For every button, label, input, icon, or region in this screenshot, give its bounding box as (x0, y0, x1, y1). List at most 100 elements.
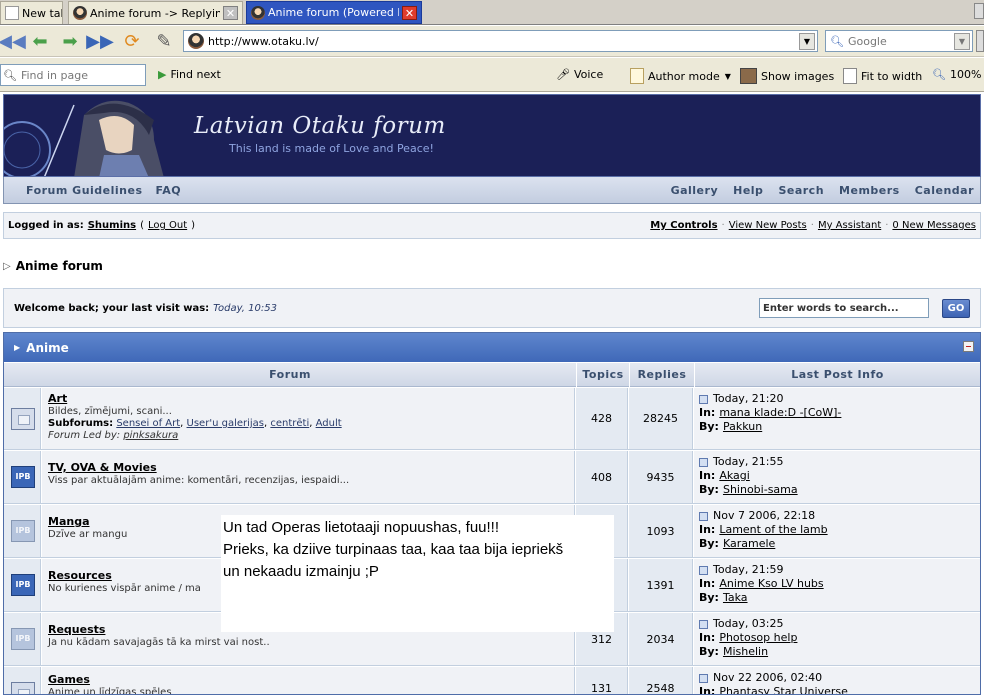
last-topic-link[interactable]: mana klade:D -[CoW]- (719, 406, 841, 420)
fit-to-width-button[interactable]: Fit to width (843, 68, 922, 84)
tab-replying[interactable]: Anime forum -> Replying... ✕ (68, 1, 243, 24)
chevron-down-icon[interactable]: ▼ (954, 33, 970, 50)
breadcrumb-item[interactable]: Anime forum (16, 259, 103, 273)
menu-search[interactable]: Search (778, 184, 824, 197)
username-link[interactable]: Shumins (88, 220, 136, 231)
forward-icon[interactable]: ➡ (58, 29, 82, 53)
view-new-posts-link[interactable]: View New Posts (729, 220, 807, 231)
banner-tagline: This land is made of Love and Peace! (229, 142, 434, 155)
chevron-down-icon[interactable]: ▼ (799, 33, 815, 50)
last-post-info: Today, 21:55 In: Akagi By: Shinobi-sama (694, 451, 980, 503)
forum-title-link[interactable]: Games (48, 673, 568, 686)
search-engine-box[interactable]: 🔍︎ Google ▼ (825, 30, 973, 52)
column-topics: Topics (576, 363, 629, 387)
last-post-info: Today, 21:59 In: Anime Kso LV hubs By: Tak… (694, 559, 980, 611)
last-topic-link[interactable]: Photosop help (719, 631, 797, 645)
moderator-link[interactable]: pinksakura (123, 430, 178, 441)
triangle-right-icon: ▶ (14, 343, 21, 352)
subforum-link[interactable]: User'u galerijas (187, 418, 264, 429)
last-poster-link[interactable]: Shinobi-sama (723, 483, 798, 497)
close-icon[interactable]: ✕ (223, 6, 238, 20)
logged-in-label: Logged in as: (8, 220, 84, 231)
show-images-button[interactable]: Show images (740, 68, 834, 84)
replies-count: 1391 (629, 559, 693, 611)
forum-status-icon (11, 408, 35, 430)
reload-icon[interactable]: ⟳ (120, 29, 144, 53)
new-messages-link[interactable]: 0 New Messages (892, 220, 976, 231)
last-post-icon[interactable] (699, 394, 708, 404)
last-poster-link[interactable]: Taka (723, 591, 748, 605)
last-post-info: Today, 03:25 In: Photosop help By: Misheli… (694, 613, 980, 665)
last-post-icon[interactable] (699, 619, 708, 629)
annotation-line: Prieks, ka dziive turpinaas taa, kaa taa… (223, 541, 564, 558)
menu-help[interactable]: Help (733, 184, 763, 197)
forum-search-input[interactable]: Enter words to search... (759, 298, 929, 318)
last-topic-link[interactable]: Anime Kso LV hubs (719, 577, 823, 591)
menu-faq[interactable]: FAQ (156, 184, 182, 197)
navigation-bar: ◀◀ ⬅ ➡ ▶▶ ⟳ ✎ http://www.otaku.lv/ ▼ 🔍︎ … (0, 26, 984, 57)
last-post-icon[interactable] (699, 565, 708, 575)
forum-status-icon (11, 682, 35, 694)
document-icon (630, 68, 644, 84)
forum-banner[interactable]: Latvian Otaku forum This land is made of… (3, 94, 981, 177)
voice-button[interactable]: 🎤︎ Voice (556, 68, 603, 81)
last-post-info: Today, 21:20 In: mana klade:D -[CoW]- By:… (694, 388, 980, 449)
my-assistant-link[interactable]: My Assistant (818, 220, 881, 231)
last-post-icon[interactable] (699, 511, 708, 521)
tab-new[interactable]: New tab (0, 1, 63, 24)
close-icon[interactable]: ✕ (402, 5, 417, 20)
user-links-bar: Logged in as: Shumins ( Log Out ) My Con… (3, 212, 981, 239)
zoom-control[interactable]: 🔍︎ 100% (932, 68, 981, 81)
subforum-link[interactable]: Adult (316, 418, 342, 429)
scroll-handle[interactable] (976, 30, 984, 52)
go-button[interactable]: GO (942, 298, 970, 318)
subforum-link[interactable]: centrēti (270, 418, 309, 429)
triangle-right-icon: ▷ (3, 260, 11, 272)
last-post-info: Nov 22 2006, 02:40 In: Phantasy Star Univ… (694, 667, 980, 694)
tab-active-forum[interactable]: Anime forum (Powered b... ✕ (246, 1, 422, 24)
banner-title: Latvian Otaku forum (194, 113, 446, 139)
last-post-icon[interactable] (699, 457, 708, 467)
url-text: http://www.otaku.lv/ (208, 34, 319, 48)
menu-members[interactable]: Members (839, 184, 900, 197)
wand-icon[interactable]: ✎ (152, 29, 176, 53)
category-title[interactable]: Anime (26, 341, 69, 355)
last-post-icon[interactable] (699, 673, 708, 683)
menu-forum-guidelines[interactable]: Forum Guidelines (26, 184, 143, 197)
last-poster-link[interactable]: Mishelin (723, 645, 768, 659)
last-poster-link[interactable]: Pakkun (723, 420, 762, 434)
last-post-info: Nov 7 2006, 22:18 In: Lament of the lamb … (694, 505, 980, 557)
address-bar[interactable]: http://www.otaku.lv/ ▼ (183, 30, 818, 52)
back-icon[interactable]: ⬅ (28, 29, 52, 53)
replies-count: 9435 (629, 451, 693, 503)
fast-forward-icon[interactable]: ▶▶ (86, 29, 114, 53)
rewind-icon[interactable]: ◀◀ (0, 29, 26, 53)
collapse-icon[interactable] (963, 341, 974, 352)
subforum-link[interactable]: Sensei of Art (116, 418, 180, 429)
last-visit-time: Today, 10:53 (213, 302, 277, 314)
last-topic-link[interactable]: Akagi (719, 469, 749, 483)
last-topic-link[interactable]: Phantasy Star Universe (719, 685, 848, 694)
find-input[interactable]: 🔍︎ Find in page (0, 64, 146, 86)
zoom-icon: 🔍︎ (932, 68, 946, 81)
author-mode-button[interactable]: Author mode ▼ (630, 68, 731, 84)
forum-favicon (251, 5, 265, 20)
menu-calendar[interactable]: Calendar (915, 184, 974, 197)
chevron-down-icon: ▼ (724, 71, 731, 81)
forum-status-icon: IPB (11, 574, 35, 596)
logout-link[interactable]: Log Out (148, 220, 187, 231)
my-controls-link[interactable]: My Controls (650, 220, 717, 231)
forum-description: Viss par aktuālajām anime: komentāri, re… (48, 475, 350, 486)
forum-description: Anime un līdzīgas spēles (48, 687, 172, 695)
last-topic-link[interactable]: Lament of the lamb (719, 523, 827, 537)
find-next-button[interactable]: ▶ Find next (158, 68, 221, 81)
forum-status-icon: IPB (11, 466, 35, 488)
forum-title-link[interactable]: TV, OVA & Movies (48, 461, 568, 474)
forum-title-link[interactable]: Art (48, 392, 568, 405)
find-bar: 🔍︎ Find in page ▶ Find next 🎤︎ Voice Aut… (0, 58, 984, 92)
tab-menu-icon[interactable] (974, 3, 984, 19)
forum-category-table: ▶ Anime Forum Topics Replies Last Post I… (3, 332, 981, 695)
menu-gallery[interactable]: Gallery (671, 184, 719, 197)
last-poster-link[interactable]: Karamele (723, 537, 775, 551)
replies-count: 2034 (629, 613, 693, 665)
